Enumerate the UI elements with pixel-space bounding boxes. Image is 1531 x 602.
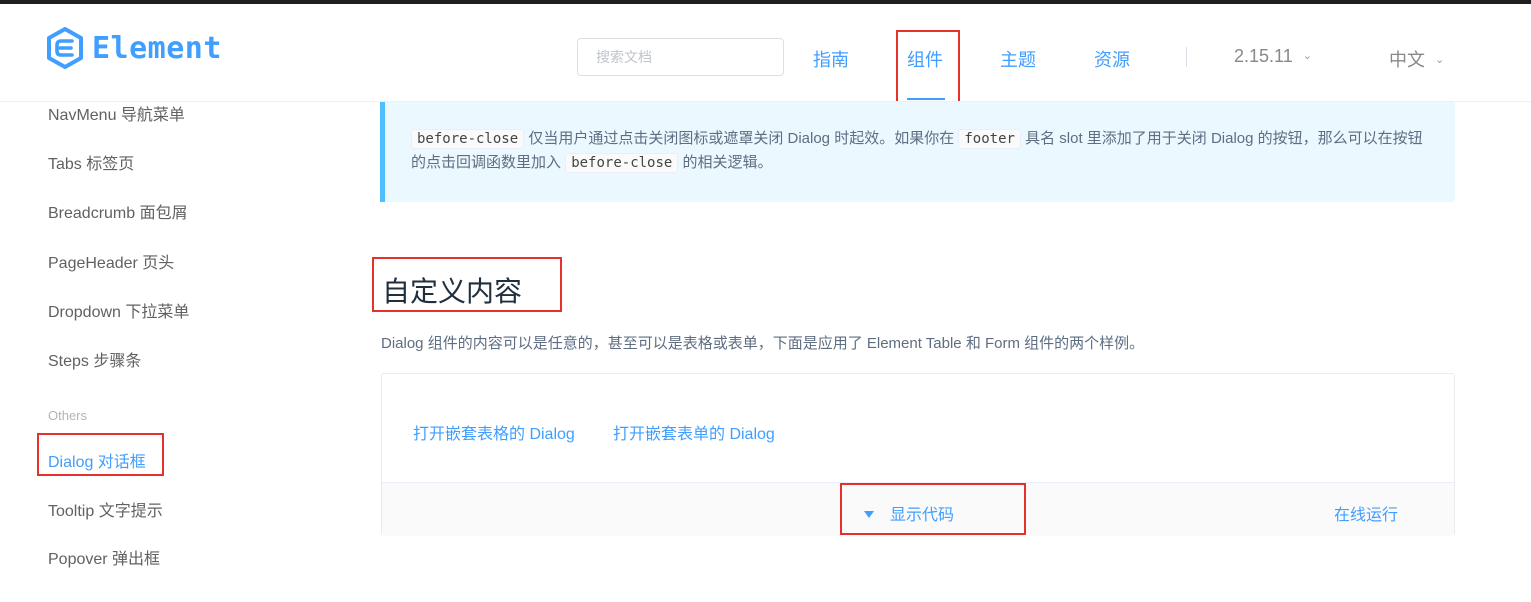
version-select[interactable]: 2.15.11 ⌄ xyxy=(1234,46,1312,67)
run-online-button[interactable]: 在线运行 xyxy=(1334,501,1398,525)
sidebar-item-tooltip[interactable]: Tooltip 文字提示 xyxy=(48,497,163,521)
tip-text-part3: 的相关逻辑。 xyxy=(682,154,773,171)
show-code-button[interactable]: 显示代码 xyxy=(864,501,954,525)
element-logo-icon xyxy=(47,27,83,69)
language-select[interactable]: 中文 ⌄ xyxy=(1389,46,1444,72)
logo[interactable]: Element xyxy=(46,26,222,70)
nav-theme[interactable]: 主题 xyxy=(1000,46,1036,72)
section-title: 自定义内容 xyxy=(382,276,523,307)
show-code-label: 显示代码 xyxy=(890,507,955,524)
language-label: 中文 xyxy=(1389,50,1425,70)
sidebar-item-pageheader[interactable]: PageHeader 页头 xyxy=(48,249,174,273)
nav-guide[interactable]: 指南 xyxy=(813,46,849,72)
inline-code-before-close-2: before-close xyxy=(565,153,679,173)
sidebar-group-others: Others xyxy=(48,408,88,423)
nav-component[interactable]: 组件 xyxy=(907,46,943,72)
inline-code-footer: footer xyxy=(958,129,1021,149)
open-table-dialog-button[interactable]: 打开嵌套表格的 Dialog xyxy=(413,420,575,444)
open-form-dialog-button[interactable]: 打开嵌套表单的 Dialog xyxy=(613,420,775,444)
tip-text: before-close 仅当用户通过点击关闭图标或遮罩关闭 Dialog 时起… xyxy=(411,127,1431,175)
tip-text-part1: 仅当用户通过点击关闭图标或遮罩关闭 Dialog 时起效。如果你在 xyxy=(528,130,955,147)
inline-code-before-close: before-close xyxy=(411,129,525,149)
section-description: Dialog 组件的内容可以是任意的，甚至可以是表格或表单，下面是应用了 Ele… xyxy=(381,335,1145,352)
sidebar-item-tabs[interactable]: Tabs 标签页 xyxy=(48,150,134,174)
sidebar-item-dropdown[interactable]: Dropdown 下拉菜单 xyxy=(48,298,189,322)
version-label: 2.15.11 xyxy=(1234,46,1293,66)
chevron-down-icon: ⌄ xyxy=(1435,53,1445,66)
demo-control-bar[interactable]: 显示代码 在线运行 xyxy=(382,482,1454,536)
sidebar-item-steps[interactable]: Steps 步骤条 xyxy=(48,347,141,371)
site-header: Element 指南 组件 主题 资源 2.15.11 ⌄ 中文 ⌄ xyxy=(0,4,1531,102)
tip-block: before-close 仅当用户通过点击关闭图标或遮罩关闭 Dialog 时起… xyxy=(380,102,1455,202)
sidebar-item-popover[interactable]: Popover 弹出框 xyxy=(48,545,160,569)
demo-block: 打开嵌套表格的 Dialog 打开嵌套表单的 Dialog 显示代码 在线运行 xyxy=(381,373,1455,536)
active-nav-indicator xyxy=(907,98,945,100)
sidebar-item-navmenu[interactable]: NavMenu 导航菜单 xyxy=(48,101,185,125)
caret-down-icon xyxy=(864,511,874,519)
nav-divider xyxy=(1186,47,1187,67)
logo-text: Element xyxy=(92,30,222,66)
nav-resource[interactable]: 资源 xyxy=(1094,46,1130,72)
chevron-down-icon: ⌄ xyxy=(1302,49,1312,62)
search-input[interactable] xyxy=(577,38,784,76)
sidebar-item-dialog[interactable]: Dialog 对话框 xyxy=(48,448,146,472)
sidebar-item-breadcrumb[interactable]: Breadcrumb 面包屑 xyxy=(48,199,188,223)
